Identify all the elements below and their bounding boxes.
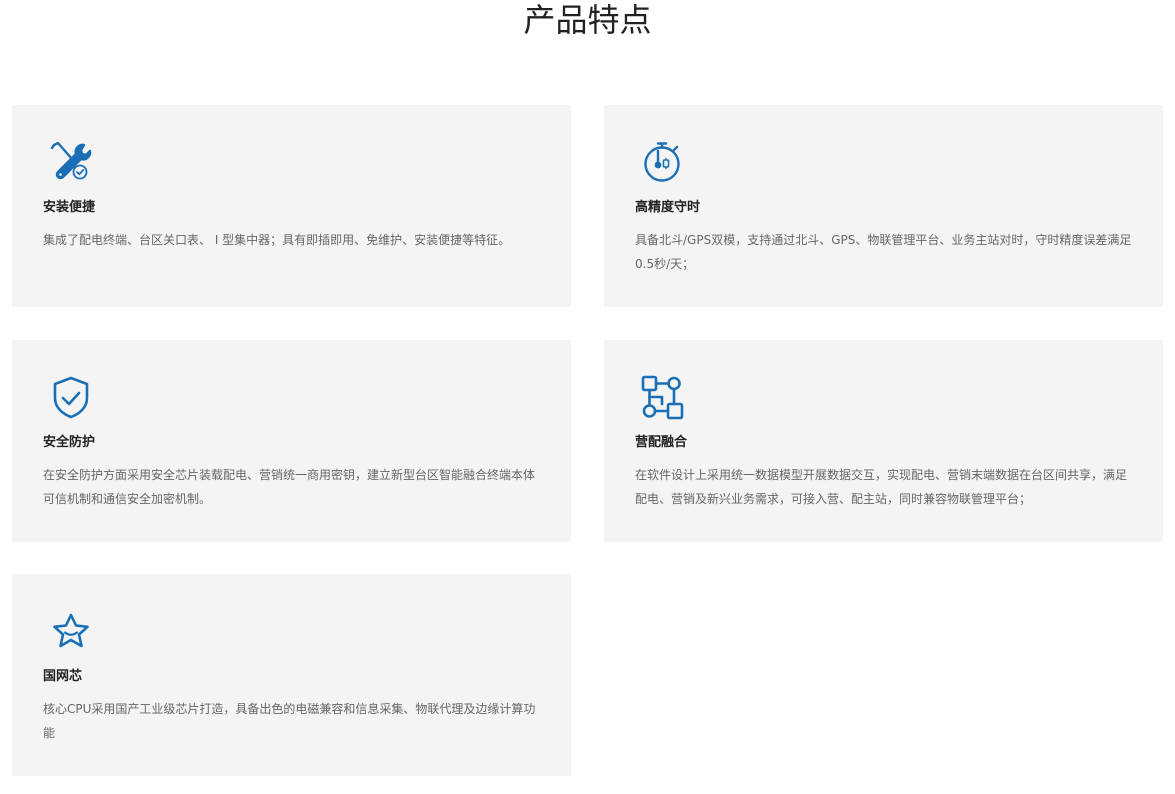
flow-nodes-icon <box>640 374 686 420</box>
feature-title: 营配融合 <box>635 435 688 450</box>
page-title: 产品特点 <box>523 1 652 39</box>
tools-icon <box>48 139 94 185</box>
feature-card-security: 安全防护 在安全防护方面采用安全芯片装载配电、营销统一商用密钥，建立新型台区智能… <box>12 340 571 542</box>
shield-check-icon <box>48 374 94 420</box>
feature-title: 安全防护 <box>43 435 96 450</box>
feature-description: 在安全防护方面采用安全芯片装载配电、营销统一商用密钥，建立新型台区智能融合终端本… <box>43 468 536 506</box>
feature-card-chip: 国网芯 核心CPU采用国产工业级芯片打造，具备出色的电磁兼容和信息采集、物联代理… <box>12 574 571 776</box>
feature-description: 在软件设计上采用统一数据模型开展数据交互，实现配电、营销末端数据在台区间共享，满… <box>635 468 1128 506</box>
feature-card-timing: 高精度守时 具备北斗/GPS双模，支持通过北斗、GPS、物联管理平台、业务主站对… <box>604 105 1163 307</box>
feature-description: 集成了配电终端、台区关口表、 I 型集中器；具有即插即用、免维护、安装便捷等特征… <box>43 233 511 247</box>
feature-title: 高精度守时 <box>635 200 701 215</box>
stopwatch-icon <box>640 139 686 185</box>
feature-card-install: 安装便捷 集成了配电终端、台区关口表、 I 型集中器；具有即插即用、免维护、安装… <box>12 105 571 307</box>
feature-card-integration: 营配融合 在软件设计上采用统一数据模型开展数据交互，实现配电、营销末端数据在台区… <box>604 340 1163 542</box>
feature-description: 核心CPU采用国产工业级芯片打造，具备出色的电磁兼容和信息采集、物联代理及边缘计… <box>43 702 536 740</box>
feature-description: 具备北斗/GPS双模，支持通过北斗、GPS、物联管理平台、业务主站对时，守时精度… <box>635 233 1132 271</box>
star-badge-icon <box>48 608 94 654</box>
feature-title: 安装便捷 <box>43 200 96 215</box>
feature-title: 国网芯 <box>43 669 83 684</box>
